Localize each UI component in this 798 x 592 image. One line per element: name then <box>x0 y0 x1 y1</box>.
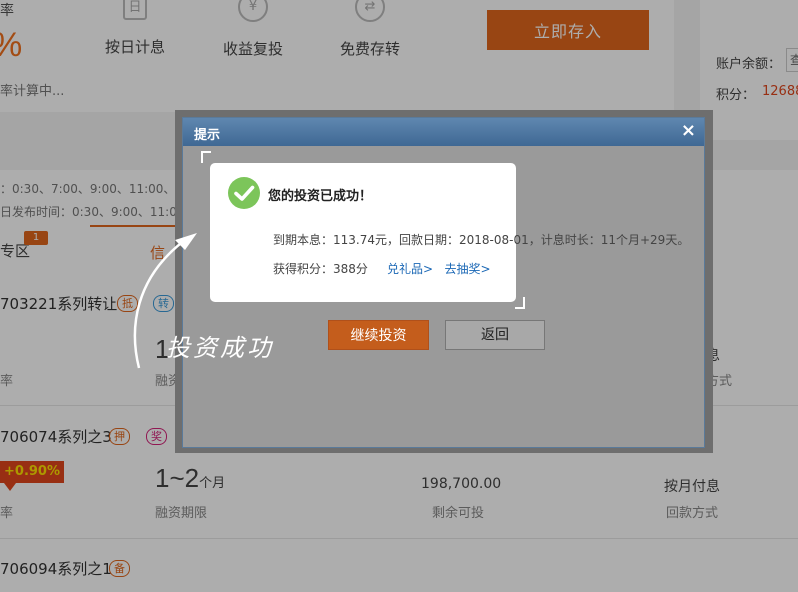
checkmark-icon <box>228 177 260 209</box>
earned-points-line: 获得积分：388分 兑礼品> 去抽奖> <box>273 260 491 277</box>
continue-investing-button[interactable]: 继续投资 <box>328 320 429 350</box>
corner-bracket-icon <box>201 151 211 163</box>
redeem-gift-link[interactable]: 兑礼品> <box>387 262 433 276</box>
earned-points: 获得积分：388分 <box>273 262 368 276</box>
success-title: 您的投资已成功！ <box>268 189 373 204</box>
lottery-link[interactable]: 去抽奖> <box>445 262 491 276</box>
maturity-details: 到期本息：113.74元，回款日期：2018-08-01，计息时长：11个月+2… <box>273 233 690 247</box>
dialog-title: 提示 <box>194 128 221 143</box>
return-button[interactable]: 返回 <box>445 320 545 350</box>
success-message-card: 您的投资已成功！ 到期本息：113.74元，回款日期：2018-08-01，计息… <box>210 163 689 302</box>
corner-bracket-icon <box>515 297 525 309</box>
annotation-label: 投资成功 <box>166 334 274 362</box>
close-icon[interactable]: × <box>681 120 696 141</box>
dialog-header: 提示 × <box>183 118 704 146</box>
